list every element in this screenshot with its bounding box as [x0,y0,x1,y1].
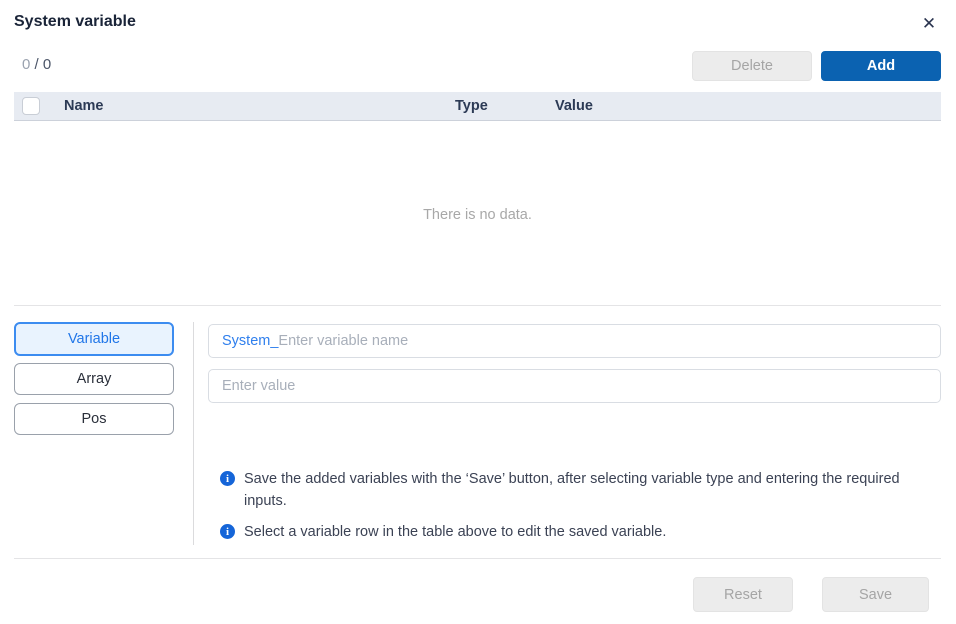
divider-bottom [14,558,941,559]
tab-variable[interactable]: Variable [14,322,174,356]
save-button[interactable]: Save [822,577,929,612]
info-icon: i [220,471,235,486]
info-note-select: i Select a variable row in the table abo… [220,521,925,543]
info-icon: i [220,524,235,539]
reset-button[interactable]: Reset [693,577,793,612]
column-header-type: Type [455,92,488,120]
note-text: Select a variable row in the table above… [244,521,666,543]
info-note-save: i Save the added variables with the ‘Sav… [220,468,925,513]
variable-value-field[interactable] [208,369,941,403]
variable-value-input[interactable] [222,378,927,394]
select-all-checkbox[interactable] [22,97,40,115]
dialog-title: System variable [14,13,136,31]
close-icon[interactable]: ✕ [914,10,944,38]
system-variable-dialog: System variable ✕ 0 / 0 Delete Add Name … [0,0,956,624]
counter-separator: / [30,56,43,73]
tab-pos[interactable]: Pos [14,403,174,435]
name-prefix: System_ [222,333,278,349]
table-header: Name Type Value [14,92,941,121]
column-header-value: Value [555,92,593,120]
variable-name-input[interactable] [278,333,927,349]
empty-state-text: There is no data. [14,207,941,223]
note-text: Save the added variables with the ‘Save’… [244,468,924,513]
variable-name-field[interactable]: System_ [208,324,941,358]
vertical-divider [193,322,194,545]
column-header-name: Name [64,92,104,120]
tab-array[interactable]: Array [14,363,174,395]
divider-top [14,305,941,306]
row-counter: 0 / 0 [22,56,51,73]
delete-button[interactable]: Delete [692,51,812,81]
counter-total: 0 [43,56,51,73]
add-button[interactable]: Add [821,51,941,81]
